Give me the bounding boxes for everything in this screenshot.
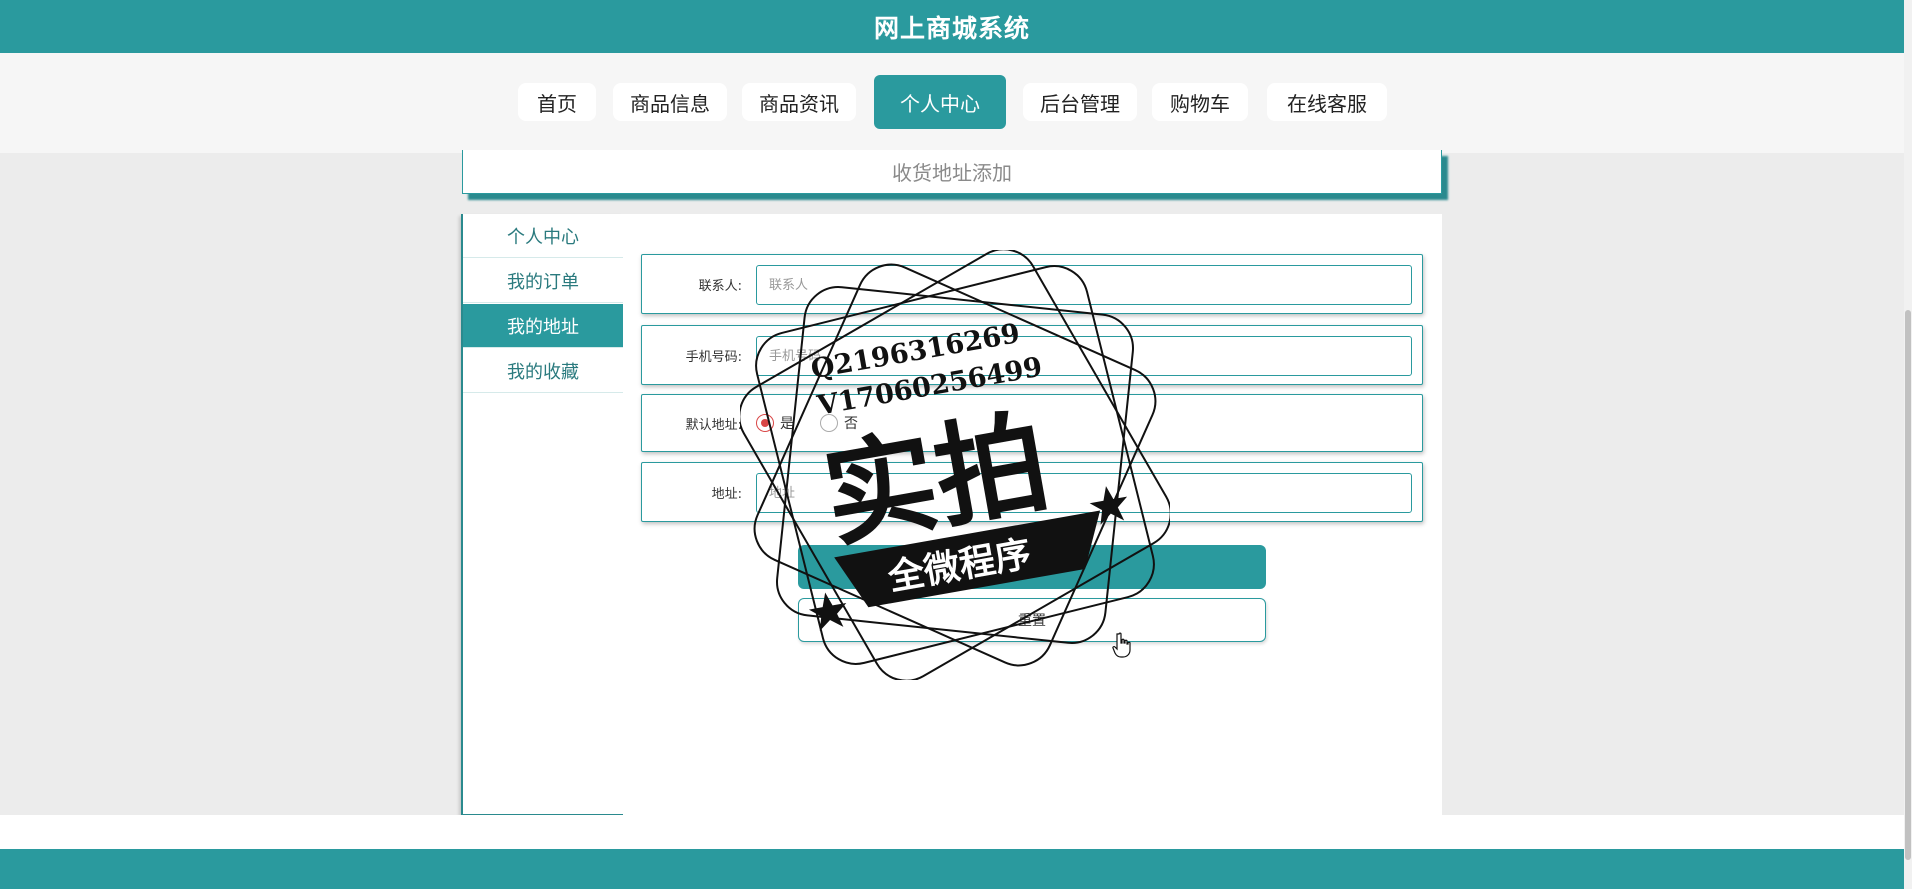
default-no-label: 否 <box>844 416 858 432</box>
sidebar-item-personal-center[interactable]: 个人中心 <box>463 214 623 258</box>
phone-input[interactable] <box>756 336 1412 376</box>
nav-home[interactable]: 首页 <box>518 83 596 121</box>
page-scrollbar[interactable] <box>1904 0 1912 889</box>
sidebar: 个人中心 我的订单 我的地址 我的收藏 <box>461 214 623 815</box>
app-header: 网上商城系统 <box>0 0 1904 53</box>
address-row: 地址: <box>641 462 1423 522</box>
default-yes-radio[interactable] <box>756 414 774 432</box>
submit-button[interactable] <box>798 545 1266 589</box>
address-input[interactable] <box>756 473 1412 513</box>
default-yes-label: 是 <box>780 416 794 432</box>
default-address-radio-group: 是 否 <box>756 395 878 451</box>
nav-cart[interactable]: 购物车 <box>1152 83 1248 121</box>
contact-row: 联系人: <box>641 254 1423 314</box>
nav-online-service[interactable]: 在线客服 <box>1267 83 1387 121</box>
default-no-radio[interactable] <box>820 414 838 432</box>
default-address-label: 默认地址: <box>685 417 742 433</box>
footer-bar <box>0 849 1904 889</box>
contact-label: 联系人: <box>698 278 742 294</box>
nav-product-info[interactable]: 商品信息 <box>613 83 727 121</box>
nav-product-news[interactable]: 商品资讯 <box>742 83 856 121</box>
main-nav: 首页 商品信息 商品资讯 个人中心 后台管理 购物车 在线客服 <box>0 53 1904 153</box>
nav-admin[interactable]: 后台管理 <box>1023 83 1137 121</box>
scrollbar-thumb[interactable] <box>1905 310 1911 860</box>
address-label: 地址: <box>711 486 742 502</box>
page-title: 收货地址添加 <box>462 150 1442 194</box>
sidebar-item-my-orders[interactable]: 我的订单 <box>463 259 623 303</box>
app-title: 网上商城系统 <box>873 13 1030 43</box>
default-address-row: 默认地址: 是 否 <box>641 394 1423 452</box>
reset-button[interactable]: 重置 <box>798 598 1266 642</box>
nav-personal-center[interactable]: 个人中心 <box>874 75 1006 129</box>
phone-row: 手机号码: <box>641 325 1423 385</box>
phone-label: 手机号码: <box>685 349 742 365</box>
contact-input[interactable] <box>756 265 1412 305</box>
sidebar-item-my-address[interactable]: 我的地址 <box>463 304 623 348</box>
address-form-panel: 联系人: 手机号码: 默认地址: 是 否 地址: 重置 <box>623 214 1442 815</box>
hand-cursor-icon <box>1112 632 1131 658</box>
footer-spacer <box>0 815 1904 849</box>
sidebar-item-my-favorites[interactable]: 我的收藏 <box>463 349 623 393</box>
